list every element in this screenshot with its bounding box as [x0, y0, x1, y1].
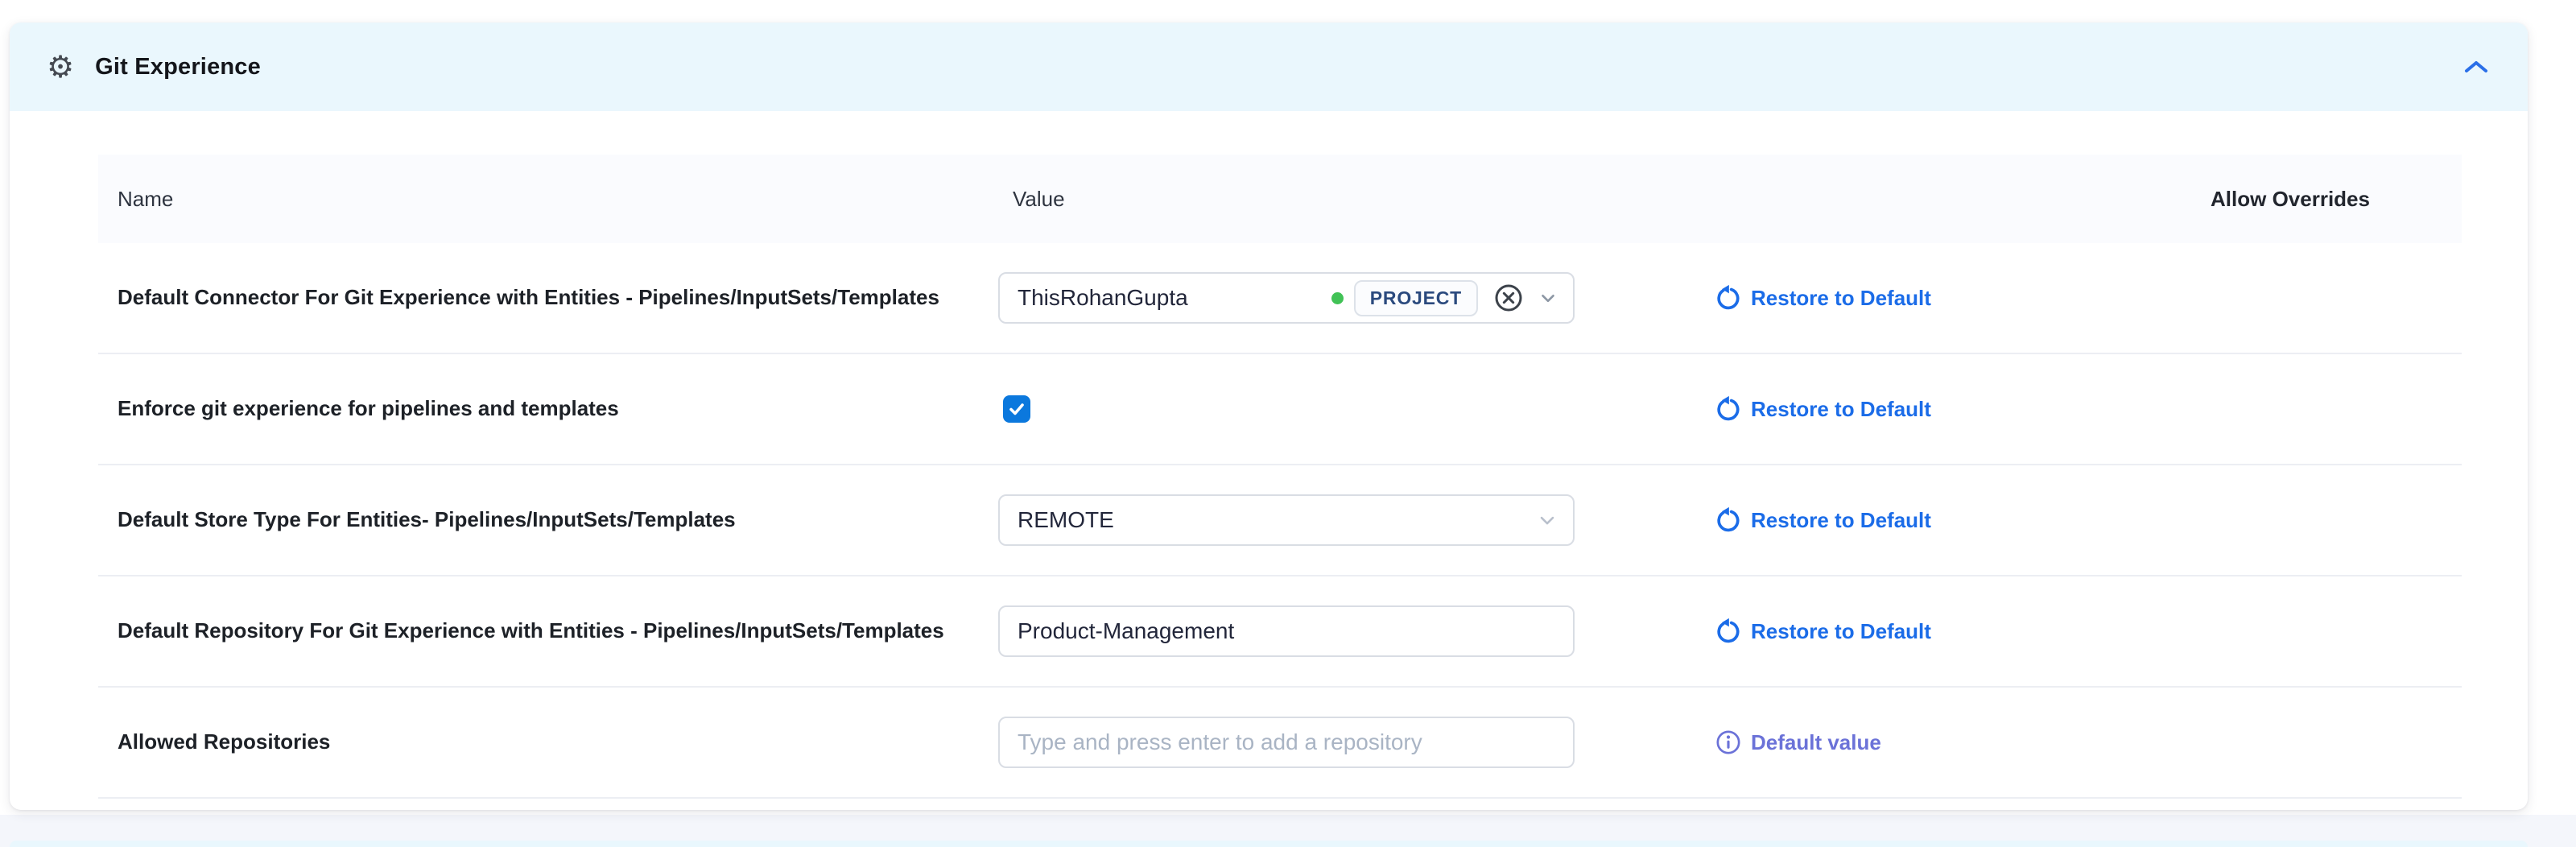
table-row: Allowed Repositories Default value	[98, 688, 2462, 799]
next-section-header-edge	[10, 841, 2528, 847]
restore-icon	[1715, 618, 1742, 645]
restore-icon	[1715, 284, 1742, 312]
checkmark-icon	[1007, 399, 1026, 419]
table-header-row: Name Value Allow Overrides	[98, 155, 2462, 243]
restore-icon	[1715, 395, 1742, 423]
setting-name-label: Allowed Repositories	[98, 728, 985, 756]
panel-title: Git Experience	[95, 54, 261, 81]
chevron-down-icon[interactable]	[1538, 287, 1558, 308]
chevron-up-icon[interactable]	[2463, 59, 2489, 75]
restore-icon	[1715, 506, 1742, 534]
setting-name-label: Default Store Type For Entities- Pipelin…	[98, 506, 985, 534]
enforce-git-experience-checkbox[interactable]	[1003, 395, 1030, 423]
restore-to-default-button[interactable]: Restore to Default	[1715, 506, 1931, 534]
settings-table: Name Value Allow Overrides Default Conne…	[98, 155, 2462, 799]
chevron-down-icon	[1536, 509, 1558, 531]
gear-icon: ⚙	[47, 52, 74, 82]
column-header-name: Name	[98, 187, 985, 212]
default-repository-input[interactable]	[998, 605, 1575, 657]
restore-to-default-button[interactable]: Restore to Default	[1715, 618, 1931, 645]
circle-x-icon[interactable]	[1492, 282, 1525, 314]
default-connector-combobox[interactable]: ThisRohanGupta PROJECT	[998, 272, 1575, 324]
git-experience-accordion-header[interactable]: ⚙ Git Experience	[10, 23, 2528, 111]
restore-to-default-button[interactable]: Restore to Default	[1715, 284, 1931, 312]
table-row: Default Connector For Git Experience wit…	[98, 243, 2462, 354]
connector-status-dot	[1331, 292, 1344, 304]
setting-name-label: Default Connector For Git Experience wit…	[98, 283, 985, 312]
default-store-type-select[interactable]: REMOTE	[998, 494, 1575, 546]
table-row: Enforce git experience for pipelines and…	[98, 354, 2462, 465]
store-type-value: REMOTE	[1018, 507, 1114, 533]
connector-value: ThisRohanGupta	[1018, 285, 1188, 311]
setting-name-label: Enforce git experience for pipelines and…	[98, 395, 985, 423]
table-row: Default Store Type For Entities- Pipelin…	[98, 465, 2462, 576]
setting-name-label: Default Repository For Git Experience wi…	[98, 617, 985, 645]
info-icon	[1715, 729, 1742, 756]
allowed-repositories-input[interactable]	[998, 717, 1575, 768]
table-row: Default Repository For Git Experience wi…	[98, 576, 2462, 688]
column-header-allow-overrides: Allow Overrides	[2119, 187, 2462, 212]
default-value-indicator[interactable]: Default value	[1715, 729, 1881, 756]
column-header-value: Value	[985, 187, 1700, 212]
scope-badge: PROJECT	[1354, 280, 1478, 316]
git-experience-settings-panel: ⚙ Git Experience Name Value Allow Overri…	[10, 23, 2528, 810]
restore-to-default-button[interactable]: Restore to Default	[1715, 395, 1931, 423]
